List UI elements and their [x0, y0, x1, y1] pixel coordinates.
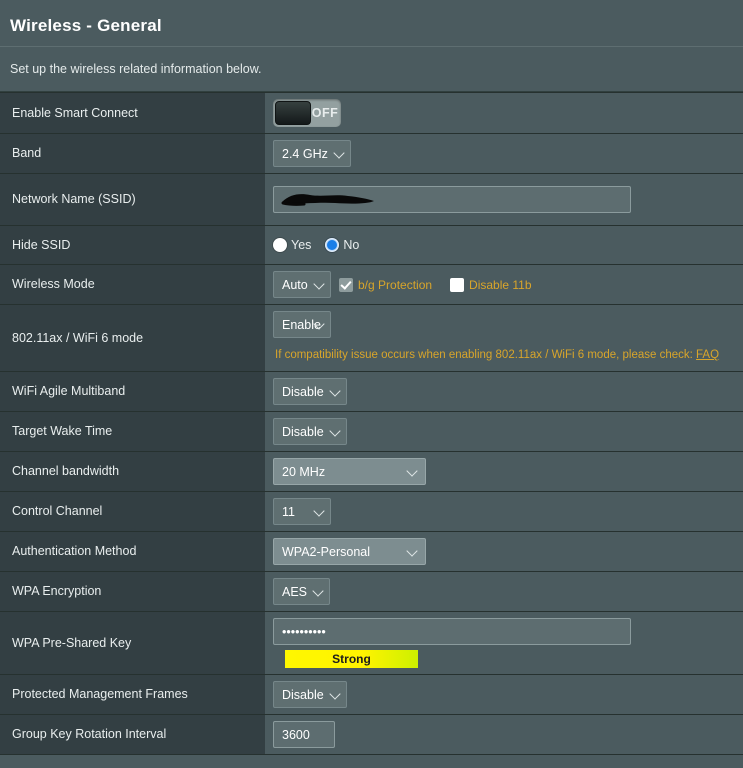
toggle-knob [275, 101, 311, 125]
label-ax-mode: 802.11ax / WiFi 6 mode [0, 305, 265, 371]
ax-mode-note-text: If compatibility issue occurs when enabl… [275, 349, 697, 361]
wireless-general-page: Wireless - General Set up the wireless r… [0, 0, 743, 768]
bg-protection-checkbox[interactable]: b/g Protection [339, 277, 433, 292]
table-row-control-channel: Control Channel 11 [0, 492, 743, 532]
band-select[interactable]: 2.4 GHz [273, 140, 351, 167]
ax-mode-select[interactable]: Enable [273, 311, 331, 338]
radio-circle-selected-icon [325, 238, 340, 252]
smart-connect-toggle[interactable]: OFF [273, 99, 341, 127]
table-row-wpa-encryption: WPA Encryption AES [0, 572, 743, 612]
ssid-input[interactable] [273, 186, 631, 213]
target-wake-time-value: Disable [282, 424, 324, 439]
psk-field-stack: Strong [273, 618, 631, 668]
control-channel-value: 11 [282, 504, 295, 519]
toggle-state-label: OFF [311, 106, 339, 120]
label-hide-ssid: Hide SSID [0, 226, 265, 264]
value-auth-method: WPA2-Personal [265, 532, 743, 571]
group-key-input[interactable] [273, 721, 335, 748]
label-pmf: Protected Management Frames [0, 675, 265, 714]
wpa-encryption-value: AES [282, 584, 308, 599]
value-wireless-mode: Auto b/g Protection Disable 11b [265, 265, 743, 304]
value-wpa-encryption: AES [265, 572, 743, 611]
band-select-value: 2.4 GHz [282, 146, 328, 161]
bg-protection-label: b/g Protection [358, 277, 433, 292]
table-row-channel-bandwidth: Channel bandwidth 20 MHz [0, 452, 743, 492]
wireless-mode-select[interactable]: Auto [273, 271, 331, 298]
label-agile-multiband: WiFi Agile Multiband [0, 372, 265, 411]
value-channel-bandwidth: 20 MHz [265, 452, 743, 491]
label-wireless-mode: Wireless Mode [0, 265, 265, 304]
table-row-target-wake-time: Target Wake Time Disable [0, 412, 743, 452]
page-header: Wireless - General [0, 0, 743, 47]
password-strength-bar: Strong [285, 650, 418, 668]
label-group-key: Group Key Rotation Interval [0, 715, 265, 754]
table-row-group-key: Group Key Rotation Interval [0, 715, 743, 755]
value-hide-ssid: Yes No [265, 226, 743, 264]
label-auth-method: Authentication Method [0, 532, 265, 571]
table-row-psk: WPA Pre-Shared Key Strong [0, 612, 743, 675]
label-control-channel: Control Channel [0, 492, 265, 531]
checkbox-unchecked-icon [450, 277, 465, 292]
channel-bandwidth-select[interactable]: 20 MHz [273, 458, 426, 485]
value-group-key [265, 715, 743, 754]
value-pmf: Disable [265, 675, 743, 714]
control-channel-select[interactable]: 11 [273, 498, 331, 525]
page-subtitle: Set up the wireless related information … [10, 62, 262, 76]
page-footer: Apply [0, 755, 743, 768]
table-row-ax-mode: 802.11ax / WiFi 6 mode Enable If compati… [0, 305, 743, 372]
ssid-field-wrapper [273, 186, 631, 213]
agile-multiband-value: Disable [282, 384, 324, 399]
table-row-ssid: Network Name (SSID) [0, 174, 743, 226]
hide-ssid-radio-no[interactable]: No [325, 238, 359, 252]
table-row-wireless-mode: Wireless Mode Auto b/g Protection Disabl… [0, 265, 743, 305]
value-control-channel: 11 [265, 492, 743, 531]
wpa-encryption-select[interactable]: AES [273, 578, 331, 605]
page-title: Wireless - General [10, 16, 162, 35]
ax-mode-value: Enable [282, 317, 321, 332]
label-smart-connect: Enable Smart Connect [0, 93, 265, 133]
value-ax-mode: Enable If compatibility issue occurs whe… [265, 305, 743, 371]
ax-mode-note: If compatibility issue occurs when enabl… [273, 346, 735, 365]
page-subtitle-container: Set up the wireless related information … [0, 47, 743, 92]
table-row-hide-ssid: Hide SSID Yes No [0, 226, 743, 265]
value-smart-connect: OFF [265, 93, 743, 133]
faq-link[interactable]: FAQ [696, 349, 719, 361]
channel-bandwidth-value: 20 MHz [282, 464, 326, 479]
value-agile-multiband: Disable [265, 372, 743, 411]
pmf-value: Disable [282, 687, 324, 702]
hide-ssid-radio-group: Yes No [273, 238, 367, 252]
wireless-settings-form: Enable Smart Connect OFF Band 2.4 GHz Ne… [0, 92, 743, 755]
target-wake-time-select[interactable]: Disable [273, 418, 347, 445]
table-row-auth-method: Authentication Method WPA2-Personal [0, 532, 743, 572]
hide-ssid-yes-label: Yes [291, 238, 312, 252]
auth-method-select[interactable]: WPA2-Personal [273, 538, 426, 565]
auth-method-value: WPA2-Personal [282, 544, 370, 559]
pmf-select[interactable]: Disable [273, 681, 347, 708]
radio-circle-icon [273, 238, 287, 252]
agile-multiband-select[interactable]: Disable [273, 378, 347, 405]
table-row-agile-multiband: WiFi Agile Multiband Disable [0, 372, 743, 412]
value-psk: Strong [265, 612, 743, 674]
label-ssid: Network Name (SSID) [0, 174, 265, 225]
label-psk: WPA Pre-Shared Key [0, 612, 265, 674]
label-band: Band [0, 134, 265, 173]
disable-11b-label: Disable 11b [469, 277, 532, 292]
password-strength-label: Strong [332, 652, 371, 666]
psk-input[interactable] [273, 618, 631, 645]
label-wpa-encryption: WPA Encryption [0, 572, 265, 611]
label-target-wake-time: Target Wake Time [0, 412, 265, 451]
table-row-band: Band 2.4 GHz [0, 134, 743, 174]
table-row-smart-connect: Enable Smart Connect OFF [0, 93, 743, 134]
value-ssid [265, 174, 743, 225]
hide-ssid-radio-yes[interactable]: Yes [273, 238, 311, 252]
value-band: 2.4 GHz [265, 134, 743, 173]
wireless-mode-value: Auto [282, 277, 308, 292]
value-target-wake-time: Disable [265, 412, 743, 451]
table-row-pmf: Protected Management Frames Disable [0, 675, 743, 715]
disable-11b-checkbox[interactable]: Disable 11b [450, 277, 532, 292]
hide-ssid-no-label: No [343, 238, 360, 252]
checkbox-checked-icon [339, 277, 353, 292]
label-channel-bandwidth: Channel bandwidth [0, 452, 265, 491]
